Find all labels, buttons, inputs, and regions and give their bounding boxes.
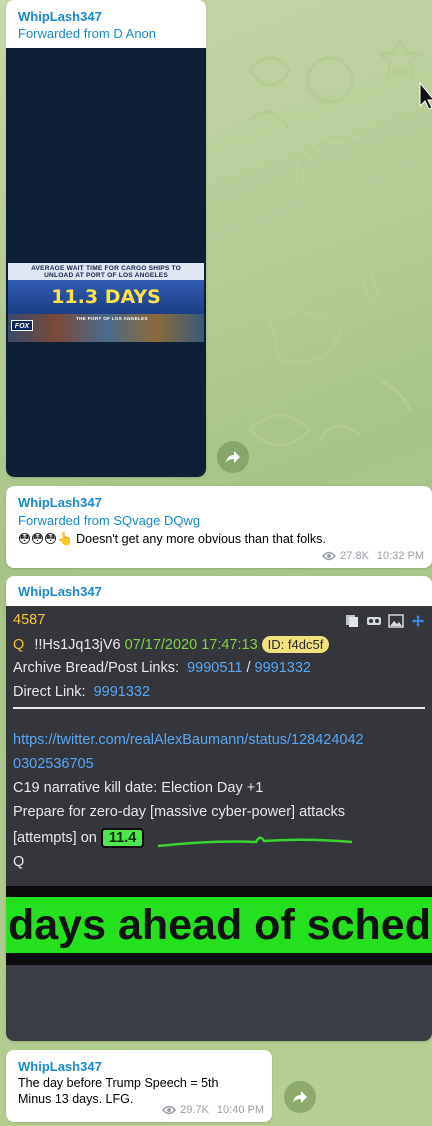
video-frame: AVERAGE WAIT TIME FOR CARGO SHIPS TO UNL…: [6, 211, 206, 342]
image-icon: [388, 614, 404, 628]
message-forward-text[interactable]: WhipLash347 Forwarded from SQvage DQwg 😳…: [6, 486, 432, 568]
view-count: 29.7K: [180, 1104, 209, 1116]
message-emoji: 😳😳😳👆: [18, 532, 73, 546]
message-meta: 27.8K 10:32 PM: [322, 550, 424, 562]
sender-name[interactable]: WhipLash347: [18, 1058, 260, 1075]
q-post-header: Q !!Hs1Jq13jV6 07/17/2020 17:47:13 ID: f…: [13, 636, 330, 653]
copy-icon: [346, 615, 358, 627]
message-time: 10:32 PM: [376, 550, 424, 562]
q-post-url-line1[interactable]: https://twitter.com/realAlexBaumann/stat…: [13, 732, 364, 748]
video-headline: 11.3 DAYS: [8, 280, 204, 314]
message-meta: 29.7K 10:40 PM: [162, 1104, 264, 1116]
sender-name[interactable]: WhipLash347: [18, 584, 420, 599]
message-video-forward[interactable]: WhipLash347 Forwarded from D Anon AVERAG…: [6, 0, 206, 477]
video-caption: THE PORT OF LOS ANGELES: [76, 316, 148, 321]
share-button[interactable]: [284, 1081, 316, 1113]
image-bottom-area: [6, 965, 432, 1041]
message-body: Doesn't get any more obvious than that f…: [76, 532, 326, 546]
forwarded-from[interactable]: Forwarded from SQvage DQwg: [18, 512, 420, 530]
q-post-id-badge: ID: f4dc5f: [261, 636, 330, 653]
sender-name[interactable]: WhipLash347: [18, 494, 420, 512]
q-post-url-line2[interactable]: 0302536705: [13, 756, 94, 772]
message-text[interactable]: WhipLash347 The day before Trump Speech …: [6, 1050, 272, 1122]
message-time: 10:40 PM: [216, 1104, 264, 1116]
archive-link-2[interactable]: 9991332: [255, 660, 311, 676]
share-icon: [226, 451, 240, 463]
q-post-signature: Q: [13, 854, 25, 870]
fox-logo: FOX: [11, 320, 33, 331]
archive-link-1[interactable]: 9990511: [187, 660, 242, 676]
zoomed-text: days ahead of schedu: [6, 894, 432, 956]
q-post-divider: [13, 707, 425, 709]
zoomed-image-strip: days ahead of schedu: [6, 886, 432, 965]
q-post-archive-links: Archive Bread/Post Links: 9990511 / 9991…: [13, 660, 311, 676]
q-post-line3: [attempts] on 11.4: [13, 828, 145, 848]
q-post-toolbar: [344, 614, 426, 628]
share-icon: [293, 1091, 307, 1103]
eye-icon: [162, 1105, 177, 1115]
direct-link[interactable]: 9991332: [94, 684, 150, 700]
q-post-highlight: 11.4: [100, 828, 145, 848]
move-icon: [411, 614, 425, 628]
video-banner-line2: UNLOAD AT PORT OF LOS ANGELES: [8, 271, 204, 280]
message-q-post-image[interactable]: WhipLash347 4587 Q !!Hs1Jq13jV6 07/17/20…: [6, 576, 432, 1041]
pointer-cursor-icon: [419, 82, 432, 110]
share-button[interactable]: [217, 441, 249, 473]
message-text: 😳😳😳👆 Doesn't get any more obvious than t…: [18, 530, 420, 548]
view-count: 27.8K: [340, 550, 369, 562]
q-post-line2: Prepare for zero-day [massive cyber-powe…: [13, 804, 346, 820]
q-post-direct-link: Direct Link: 9991332: [13, 684, 151, 700]
video-player[interactable]: AVERAGE WAIT TIME FOR CARGO SHIPS TO UNL…: [6, 48, 206, 477]
q-post-number: 4587: [13, 612, 46, 628]
vr-icon: [367, 617, 381, 625]
sender-name[interactable]: WhipLash347: [18, 8, 194, 25]
forwarded-from[interactable]: Forwarded from D Anon: [18, 25, 194, 42]
message-line1: The day before Trump Speech = 5th: [18, 1076, 219, 1090]
q-post-line1: C19 narrative kill date: Election Day +1: [13, 780, 264, 796]
eye-icon: [322, 551, 337, 561]
green-underline-scribble: [157, 836, 353, 848]
